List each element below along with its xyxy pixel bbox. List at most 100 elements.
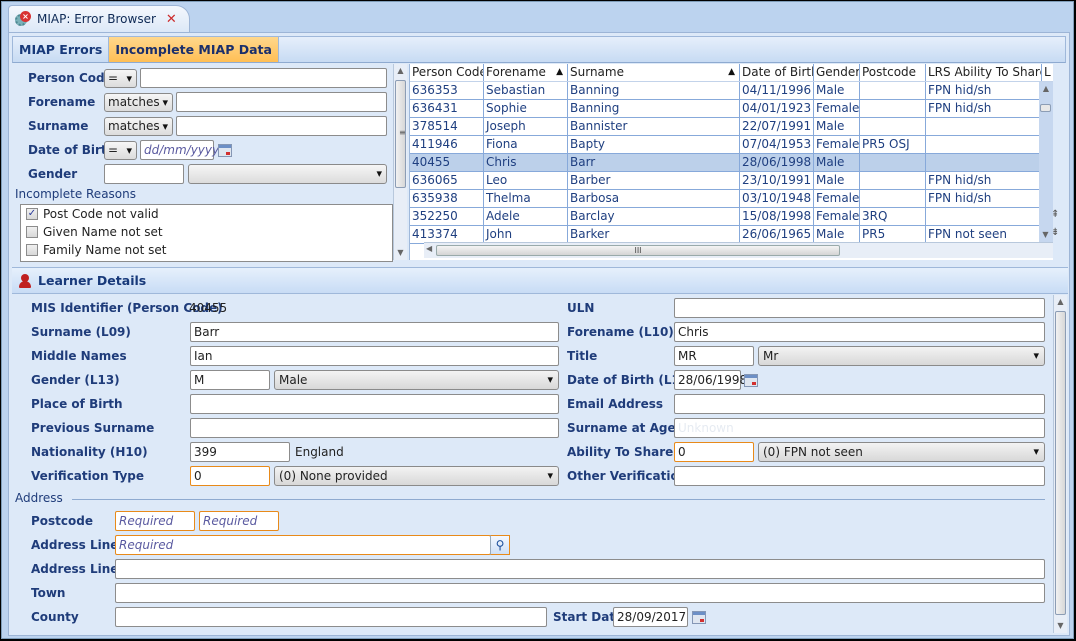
uln-input[interactable]	[674, 298, 1045, 318]
close-icon[interactable]: ✕	[166, 12, 177, 27]
scroll-up-arrow[interactable]: ▲	[1054, 295, 1067, 309]
subtab-bar: MIAP Errors Incomplete MIAP Data	[12, 36, 1066, 63]
surname-at-16-placeholder: Unknown	[678, 421, 734, 435]
title-code-input[interactable]: MR	[674, 346, 754, 366]
table-row[interactable]: 378514 Joseph Bannister 22/07/1991 Male	[410, 118, 1053, 136]
column-header-label: L	[1044, 65, 1051, 79]
scroll-up-arrow[interactable]: ▲	[394, 64, 407, 78]
table-cell: 3RQ	[860, 208, 926, 225]
table-cell: Female	[816, 100, 860, 117]
surname-operator-select[interactable]: matches	[104, 117, 173, 136]
scroll-down-arrow[interactable]: ▼	[1054, 619, 1067, 633]
scroll-down-arrow[interactable]: ▼	[394, 246, 407, 260]
gender-code-input[interactable]: M	[190, 370, 270, 390]
column-header[interactable]: Forename ▲	[484, 64, 568, 81]
reason-item[interactable]: Family Name not set	[21, 241, 392, 259]
column-header[interactable]: Surname ▲	[568, 64, 740, 81]
reason-item[interactable]: Given Name not set	[21, 223, 392, 241]
calendar-icon[interactable]	[218, 144, 232, 157]
table-row-selected[interactable]: 40455 Chris Barr 28/06/1998 Male	[410, 154, 1053, 172]
column-header[interactable]: Person Code	[410, 64, 484, 81]
surname-at-16-input[interactable]: Unknown	[674, 418, 1045, 438]
title-select[interactable]: Mr	[758, 346, 1045, 366]
checkbox-checked[interactable]: ✓	[26, 208, 38, 220]
surname-input[interactable]: Barr	[190, 322, 559, 342]
title-label: Title	[567, 349, 598, 363]
calendar-icon[interactable]	[744, 374, 758, 387]
dob-filter-input[interactable]: dd/mm/yyyy	[140, 140, 219, 160]
grid-horizontal-scrollbar[interactable]: ◀ III	[424, 242, 1053, 258]
filter-panel-scrollbar[interactable]: ▲ ≡ ▼	[393, 64, 407, 260]
nationality-code-input[interactable]: 399	[190, 442, 290, 462]
table-cell: 411946	[410, 136, 484, 153]
tab-incomplete-miap-data[interactable]: Incomplete MIAP Data	[109, 37, 279, 62]
table-row[interactable]: 635938 Thelma Barbosa 03/10/1948 Female FPN h…	[410, 190, 1053, 208]
person-code-filter-input[interactable]	[140, 68, 387, 88]
forename-operator-select[interactable]: matches	[104, 93, 173, 112]
column-header[interactable]: Postcode	[860, 64, 926, 81]
table-row[interactable]: 636431 Sophie Banning 04/01/1923 Female FPN h…	[410, 100, 1053, 118]
start-date-input[interactable]: 28/09/2017	[613, 607, 688, 627]
scroll-up-arrow[interactable]: ▲	[1039, 82, 1053, 96]
table-row[interactable]: 352250 Adele Barclay 15/08/1998 Female 3RQ	[410, 208, 1053, 226]
place-of-birth-input[interactable]	[190, 394, 559, 414]
ability-to-share-code-input[interactable]: 0	[674, 442, 754, 462]
document-tab[interactable]: × MIAP: Error Browser ✕	[8, 5, 190, 32]
forename-filter-input[interactable]	[176, 92, 387, 112]
reason-item[interactable]: ✓ Post Code not valid	[21, 205, 392, 223]
table-cell: FPN hid/sh	[926, 82, 1042, 99]
dob-operator-select[interactable]: =	[104, 141, 137, 160]
address-legend: Address	[15, 491, 63, 505]
town-input[interactable]	[115, 583, 1045, 603]
middle-names-input[interactable]: Ian	[190, 346, 559, 366]
table-cell: Banning	[568, 100, 740, 117]
verification-type-code-input[interactable]: 0	[190, 466, 270, 486]
hscroll-thumb[interactable]: III	[436, 245, 840, 256]
column-header[interactable]: Gender	[814, 64, 860, 81]
table-row[interactable]: 636065 Leo Barber 23/10/1991 Male FPN hid/sh	[410, 172, 1053, 190]
table-cell: PR5 OSJ	[860, 136, 926, 153]
incomplete-reasons-label: Incomplete Reasons	[15, 187, 136, 201]
scroll-thumb[interactable]	[1040, 104, 1051, 112]
county-label: County	[31, 610, 79, 624]
scroll-thumb[interactable]	[1055, 311, 1066, 615]
column-header[interactable]: LRS Ability To Share	[926, 64, 1042, 81]
other-verification-input[interactable]	[674, 466, 1045, 486]
gender-filter-select[interactable]	[188, 164, 387, 184]
surname-filter-input[interactable]	[176, 116, 387, 136]
verification-type-select[interactable]: (0) None provided	[274, 466, 559, 486]
person-code-operator-select[interactable]: =	[104, 69, 137, 88]
dob-input[interactable]: 28/06/1998	[674, 370, 747, 390]
scroll-to-bottom-icon[interactable]: ⇟	[1051, 227, 1059, 238]
checkbox[interactable]	[26, 244, 38, 256]
postcode-part1-input[interactable]: Required	[115, 511, 195, 531]
table-cell: 352250	[410, 208, 484, 225]
learner-details-scrollbar[interactable]: ▲ ▼	[1053, 295, 1067, 633]
address-line2-input[interactable]	[115, 559, 1045, 579]
scroll-to-top-icon[interactable]: ⇞	[1051, 209, 1059, 220]
gender-code-filter-input[interactable]	[104, 164, 184, 184]
county-input[interactable]	[115, 607, 547, 627]
gender-select[interactable]: Male	[274, 370, 559, 390]
column-header-label: Postcode	[862, 65, 917, 79]
learner-details-header: Learner Details	[12, 267, 1068, 294]
email-input[interactable]	[674, 394, 1045, 414]
address-line1-input[interactable]: Required	[115, 535, 491, 555]
address-lookup-search-icon[interactable]: ⚲	[490, 535, 510, 555]
table-row[interactable]: 636353 Sebastian Banning 04/11/1996 Male FPN …	[410, 82, 1053, 100]
previous-surname-input[interactable]	[190, 418, 559, 438]
postcode-part2-input[interactable]: Required	[199, 511, 279, 531]
scroll-thumb[interactable]: ≡	[395, 80, 406, 188]
checkbox[interactable]	[26, 226, 38, 238]
tab-miap-errors[interactable]: MIAP Errors	[13, 37, 110, 62]
ability-to-share-select[interactable]: (0) FPN not seen	[758, 442, 1045, 462]
table-cell: John	[484, 226, 568, 243]
scroll-left-arrow[interactable]: ◀	[426, 244, 432, 253]
column-header[interactable]: Date of Birth	[740, 64, 814, 81]
content-area: MIAP Errors Incomplete MIAP Data Person …	[8, 32, 1070, 636]
table-row[interactable]: 411946 Fiona Bapty 07/04/1953 Female PR5 OSJ	[410, 136, 1053, 154]
table-cell: Male	[814, 154, 860, 171]
calendar-icon[interactable]	[692, 611, 706, 624]
column-header[interactable]: L	[1042, 64, 1053, 81]
forename-input[interactable]: Chris	[674, 322, 1045, 342]
